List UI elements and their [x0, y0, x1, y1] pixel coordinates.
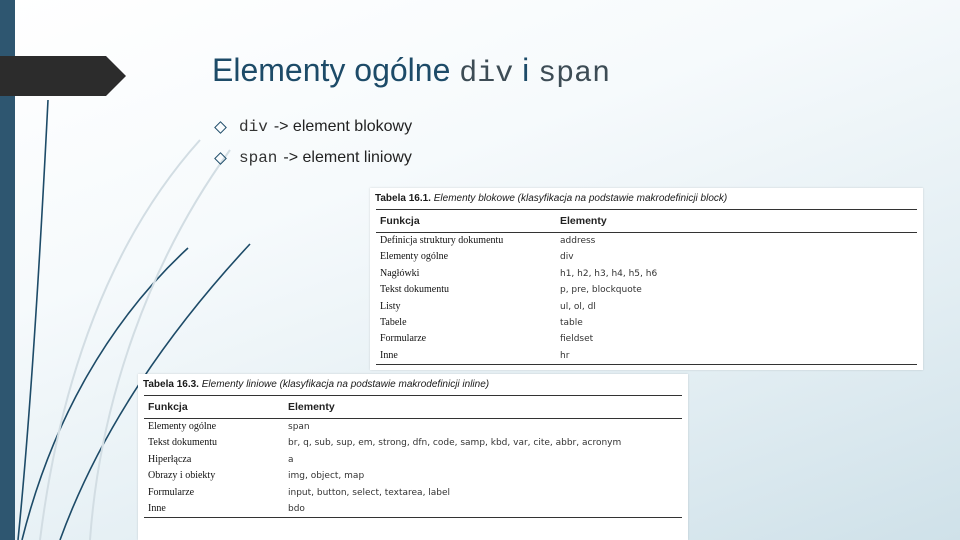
table-row: Nagłówki h1, h2, h3, h4, h5, h6: [376, 266, 917, 282]
cell-elementy: input, button, select, textarea, label: [288, 487, 451, 498]
table-row: Elementy ogólne span: [144, 419, 682, 436]
table-row: Obrazy i obiekty img, object, map: [144, 468, 682, 484]
title-prefix: Elementy ogólne: [212, 52, 451, 88]
table-row: Formularze input, button, select, textare…: [144, 485, 682, 501]
table-row: Formularze fieldset: [376, 331, 917, 347]
table-row: Inne bdo: [144, 501, 682, 519]
bullet-item: div -> element blokowy: [214, 116, 412, 138]
cell-elementy: a: [288, 454, 294, 465]
title-connector: i: [522, 52, 530, 88]
table-caption-number: Tabela 16.3.: [143, 379, 199, 390]
cell-funkcja: Hiperłącza: [148, 453, 192, 465]
column-header-funkcja: Funkcja: [144, 395, 284, 419]
table-caption-number: Tabela 16.1.: [375, 193, 431, 204]
bullet-code: span: [239, 149, 278, 167]
bullet-code: div: [239, 118, 268, 136]
cell-elementy: hr: [556, 347, 917, 366]
cell-funkcja: Elementy ogólne: [380, 251, 449, 263]
table-row: Inne hr: [376, 347, 917, 366]
diamond-bullet-icon: [214, 151, 227, 165]
title-tab-arrow: [0, 56, 126, 96]
table-inline-elements: Tabela 16.3. Elementy liniowe (klasyfika…: [138, 374, 688, 540]
column-header-funkcja: Funkcja: [376, 209, 556, 233]
cell-elementy: address: [560, 236, 596, 246]
table-caption-text: Elementy liniowe (klasyfikacja na podsta…: [201, 379, 490, 390]
cell-elementy: table: [560, 318, 583, 329]
cell-funkcja: Elementy ogólne: [148, 421, 217, 432]
table-row: Tekst dokumentu p, pre, blockquote: [376, 282, 917, 298]
cell-funkcja: Obrazy i obiekty: [148, 470, 216, 482]
cell-funkcja: Tabele: [380, 317, 407, 329]
table: Funkcja Elementy Elementy ogólne span Tek…: [144, 395, 682, 519]
cell-elementy: div: [560, 252, 574, 263]
table-row: Tabele table: [376, 315, 917, 331]
table-header-row: Funkcja Elementy: [376, 209, 917, 233]
cell-funkcja: Formularze: [380, 333, 427, 345]
table-caption: Tabela 16.1. Elementy blokowe (klasyfika…: [370, 188, 923, 204]
table-row: Definicja struktury dokumentu address: [376, 233, 917, 250]
cell-funkcja: Nagłówki: [380, 267, 420, 279]
bullet-list: div -> element blokowy span -> element l…: [214, 116, 412, 178]
cell-funkcja: Formularze: [148, 486, 195, 498]
table-row: Elementy ogólne div: [376, 249, 917, 265]
column-header-elementy: Elementy: [556, 209, 917, 233]
cell-elementy: img, object, map: [288, 471, 365, 482]
table-caption-text: Elementy blokowe (klasyfikacja na podsta…: [433, 193, 728, 204]
table-row: Listy ul, ol, dl: [376, 299, 917, 315]
bullet-text: -> element blokowy: [273, 118, 413, 135]
cell-elementy: fieldset: [560, 334, 594, 345]
table-header-row: Funkcja Elementy: [144, 395, 682, 419]
slide-title: Elementy ogólne div i span: [212, 52, 610, 91]
cell-elementy: p, pre, blockquote: [560, 285, 642, 296]
diamond-bullet-icon: [214, 120, 227, 134]
title-code-div: div: [459, 57, 514, 91]
column-header-elementy: Elementy: [284, 395, 682, 419]
table: Funkcja Elementy Definicja struktury dok…: [376, 209, 917, 366]
bullet-text: -> element liniowy: [283, 149, 412, 166]
cell-elementy: h1, h2, h3, h4, h5, h6: [560, 268, 658, 279]
cell-elementy: br, q, sub, sup, em, strong, dfn, code, …: [288, 438, 622, 449]
table-caption: Tabela 16.3. Elementy liniowe (klasyfika…: [138, 374, 688, 390]
cell-funkcja: Definicja struktury dokumentu: [380, 235, 504, 246]
cell-funkcja: Tekst dokumentu: [148, 437, 218, 449]
cell-funkcja: Listy: [380, 300, 401, 312]
table-block-elements: Tabela 16.1. Elementy blokowe (klasyfika…: [370, 188, 923, 370]
cell-elementy: span: [288, 422, 310, 432]
cell-elementy: ul, ol, dl: [560, 301, 596, 312]
cell-funkcja: Inne: [144, 501, 284, 519]
bullet-item: span -> element liniowy: [214, 147, 412, 169]
cell-funkcja: Tekst dokumentu: [380, 284, 450, 296]
table-row: Tekst dokumentu br, q, sub, sup, em, stro…: [144, 435, 682, 451]
cell-funkcja: Inne: [376, 347, 556, 366]
title-code-span: span: [538, 57, 611, 91]
table-row: Hiperłącza a: [144, 452, 682, 468]
cell-elementy: bdo: [284, 501, 682, 519]
